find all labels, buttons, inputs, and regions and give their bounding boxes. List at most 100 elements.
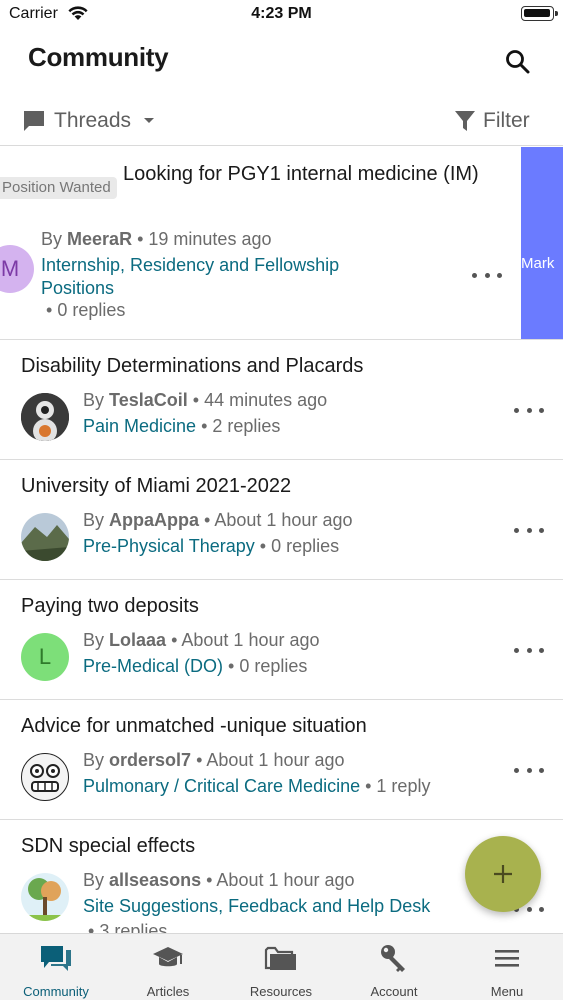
filter-label: Filter [483, 109, 530, 132]
reply-count: 0 replies [57, 300, 126, 320]
swipe-action-label: Mark [521, 255, 555, 272]
robot-avatar-image [21, 393, 69, 441]
tab-community[interactable]: Community [0, 934, 112, 1000]
chat-bubble-icon [24, 111, 44, 131]
forum-link[interactable]: Pre-Physical Therapy [83, 536, 255, 556]
tab-menu[interactable]: Menu [451, 934, 563, 1000]
thread-row[interactable]: Advice for unmatched -unique situation B… [0, 700, 563, 820]
thread-forum: Pain Medicine • 2 replies [83, 416, 281, 436]
tab-label: Community [23, 984, 89, 999]
post-time: About 1 hour ago [216, 870, 355, 890]
thread-title[interactable]: Disability Determinations and Placards [21, 353, 481, 379]
toolbar: Threads Filter [0, 100, 563, 146]
funnel-icon [455, 111, 475, 131]
search-button[interactable] [503, 47, 533, 77]
forum-link[interactable]: Pain Medicine [83, 416, 196, 436]
folder-icon [264, 946, 296, 970]
thread-row[interactable]: University of Miami 2021-2022 By AppaApp… [0, 460, 563, 580]
thread-title[interactable]: Advice for unmatched -unique situation [21, 713, 481, 739]
post-time: 19 minutes ago [148, 229, 272, 249]
reply-count: 2 replies [212, 416, 281, 436]
author-name[interactable]: TeslaCoil [109, 390, 188, 410]
thread-row[interactable]: Position Wanted Looking for PGY1 interna… [0, 147, 563, 340]
thread-forum: Pre-Physical Therapy • 0 replies [83, 536, 340, 556]
search-icon [506, 50, 530, 74]
hamburger-icon [495, 950, 519, 967]
view-selector-label: Threads [54, 109, 132, 132]
by-label: By [83, 630, 105, 650]
author-name[interactable]: Lolaaa [109, 630, 166, 650]
thread-title[interactable]: Paying two deposits [21, 593, 481, 619]
reply-count: 1 reply [376, 776, 431, 796]
avatar[interactable]: L [21, 633, 69, 681]
thread-meta: By allseasons • About 1 hour ago [83, 870, 355, 890]
tab-articles[interactable]: Articles [112, 934, 224, 1000]
avatar[interactable] [21, 393, 69, 441]
by-label: By [83, 510, 105, 530]
thread-row[interactable]: Paying two deposits L By Lolaaa • About … [0, 580, 563, 700]
avatar[interactable] [21, 513, 69, 561]
filter-button[interactable]: Filter [455, 106, 530, 136]
author-name[interactable]: AppaAppa [109, 510, 199, 530]
caret-down-icon [144, 118, 155, 123]
by-label: By [83, 750, 105, 770]
thread-replies: • 0 replies [46, 300, 126, 320]
more-options-button[interactable] [514, 520, 544, 540]
thread-meta: By AppaAppa • About 1 hour ago [83, 510, 353, 530]
avatar[interactable] [21, 873, 69, 921]
thread-meta: By Lolaaa • About 1 hour ago [83, 630, 320, 650]
key-icon [381, 945, 405, 972]
author-name[interactable]: allseasons [109, 870, 201, 890]
post-time: 44 minutes ago [204, 390, 328, 410]
graduation-cap-icon [153, 947, 183, 967]
battery-icon [521, 6, 558, 21]
forum-link[interactable]: Internship, Residency and Fellowship Pos… [41, 255, 339, 298]
author-name[interactable]: MeeraR [67, 229, 132, 249]
thread-title[interactable]: Looking for PGY1 internal medicine (IM) [123, 161, 503, 187]
thread-meta: By MeeraR • 19 minutes ago [41, 229, 272, 249]
thread-title[interactable]: University of Miami 2021-2022 [21, 473, 481, 499]
tab-bar: Community Articles Resources Account Men… [0, 933, 563, 1000]
reply-count: 3 replies [99, 921, 168, 933]
landscape-avatar-image [21, 513, 69, 561]
tag-badge: Position Wanted [0, 177, 117, 199]
view-selector[interactable]: Threads [22, 106, 155, 136]
forum-link[interactable]: Site Suggestions, Feedback and Help Desk [83, 896, 430, 916]
more-options-button[interactable] [514, 640, 544, 660]
thread-meta: By TeslaCoil • 44 minutes ago [83, 390, 328, 410]
reply-count: 0 replies [271, 536, 340, 556]
avatar-letter: L [38, 644, 52, 669]
thread-replies: • 3 replies [88, 921, 167, 933]
tab-resources[interactable]: Resources [225, 934, 337, 1000]
avatar[interactable]: M [0, 245, 34, 293]
clock: 4:23 PM [251, 5, 312, 22]
thread-forum: Internship, Residency and Fellowship Pos… [41, 254, 401, 300]
author-name[interactable]: ordersol7 [109, 750, 191, 770]
forum-link[interactable]: Pulmonary / Critical Care Medicine [83, 776, 360, 796]
more-options-button[interactable] [514, 400, 544, 420]
by-label: By [41, 229, 63, 249]
by-label: By [83, 870, 105, 890]
status-bar: Carrier 4:23 PM [0, 0, 563, 30]
tab-label: Menu [490, 984, 524, 999]
thread-meta: By ordersol7 • About 1 hour ago [83, 750, 345, 770]
thread-title[interactable]: SDN special effects [21, 833, 451, 859]
tab-account[interactable]: Account [338, 934, 450, 1000]
face-avatar-image [30, 764, 60, 792]
avatar[interactable] [21, 753, 69, 801]
thread-forum: Pre-Medical (DO) • 0 replies [83, 656, 308, 676]
thread-row[interactable]: Disability Determinations and Placards B… [0, 340, 563, 460]
reply-count: 0 replies [239, 656, 308, 676]
forum-link[interactable]: Pre-Medical (DO) [83, 656, 223, 676]
tab-label: Articles [146, 984, 190, 999]
new-thread-button[interactable] [465, 836, 541, 912]
thread-list: Position Wanted Looking for PGY1 interna… [0, 147, 563, 933]
page-title: Community [28, 42, 169, 72]
avatar-letter: M [0, 256, 20, 281]
more-options-button[interactable] [472, 265, 502, 285]
more-options-button[interactable] [514, 760, 544, 780]
post-time: About 1 hour ago [181, 630, 320, 650]
post-time: About 1 hour ago [214, 510, 353, 530]
thread-forum: Site Suggestions, Feedback and Help Desk [83, 896, 430, 917]
swipe-mark-action[interactable]: Mark [521, 147, 563, 339]
